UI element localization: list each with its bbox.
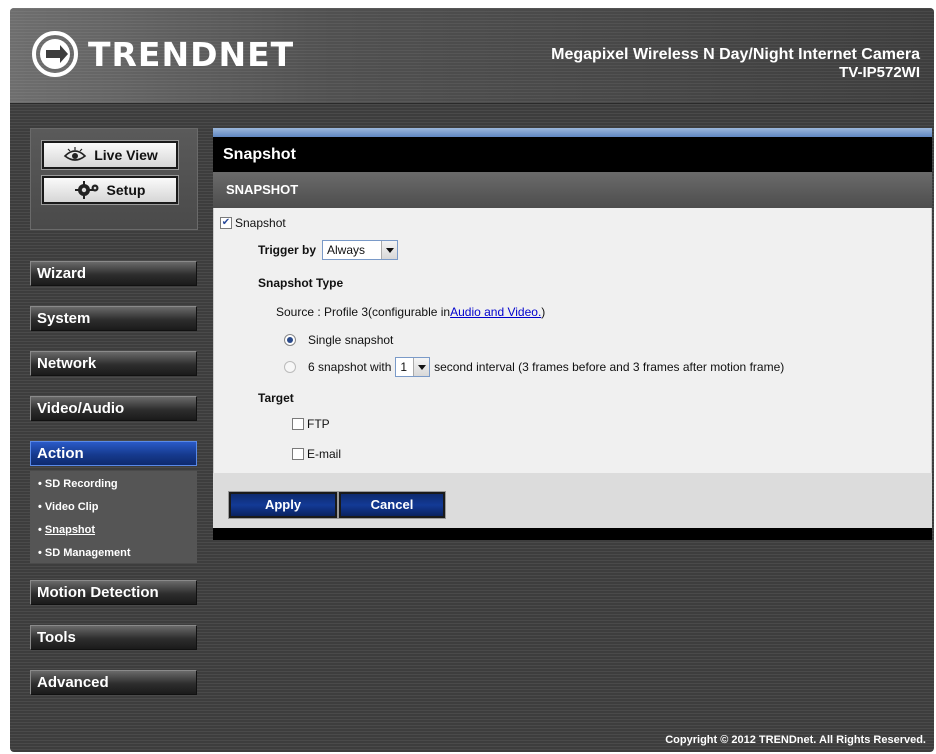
chevron-down-icon bbox=[413, 358, 430, 376]
live-view-button[interactable]: Live View bbox=[41, 140, 179, 170]
trigger-row: Trigger by Always bbox=[258, 240, 399, 260]
setup-button[interactable]: Setup bbox=[41, 175, 179, 205]
snapshot-enable-row: ✔ Snapshot bbox=[220, 216, 286, 230]
trendnet-logo-icon bbox=[32, 31, 78, 77]
copyright-footer: Copyright © 2012 TRENDnet. All Rights Re… bbox=[665, 734, 926, 746]
menu-action[interactable]: Action bbox=[30, 441, 197, 466]
menu-video-audio[interactable]: Video/Audio bbox=[30, 396, 197, 421]
email-row: E-mail bbox=[292, 447, 341, 461]
snapshot-checkbox[interactable]: ✔ bbox=[220, 217, 232, 229]
header-divider bbox=[10, 103, 934, 104]
product-model: TV-IP572WI bbox=[839, 64, 920, 81]
header: TRENDNET Megapixel Wireless N Day/Night … bbox=[10, 8, 934, 103]
email-checkbox[interactable] bbox=[292, 448, 304, 460]
single-snapshot-label: Single snapshot bbox=[308, 333, 394, 347]
email-label: E-mail bbox=[307, 447, 342, 461]
submenu-sd-management[interactable]: • SD Management bbox=[30, 545, 197, 568]
app-frame: TRENDNET Megapixel Wireless N Day/Night … bbox=[10, 8, 934, 752]
target-label: Target bbox=[258, 391, 294, 405]
ftp-label: FTP bbox=[307, 417, 330, 431]
interval-select[interactable]: 1 bbox=[395, 357, 431, 377]
snapshot-settings: ✔ Snapshot Trigger by Always Snapshot Ty… bbox=[213, 208, 932, 473]
audio-video-link[interactable]: Audio and Video. bbox=[450, 305, 541, 319]
product-name: Megapixel Wireless N Day/Night Internet … bbox=[551, 46, 920, 63]
panel-bottom-edge bbox=[213, 528, 932, 540]
ftp-checkbox[interactable] bbox=[292, 418, 304, 430]
multi-snapshot-radio[interactable] bbox=[284, 361, 296, 373]
trigger-select-value: Always bbox=[327, 243, 366, 257]
submenu-sd-recording[interactable]: • SD Recording bbox=[30, 476, 197, 499]
gears-icon bbox=[74, 181, 99, 199]
menu-system[interactable]: System bbox=[30, 306, 197, 331]
source-row: Source : Profile 3(configurable in Audio… bbox=[276, 305, 545, 319]
submenu-sd-recording-label: SD Recording bbox=[44, 478, 118, 490]
single-snapshot-row: Single snapshot bbox=[284, 333, 393, 347]
trendnet-logo: TRENDNET bbox=[32, 30, 294, 78]
apply-button[interactable]: Apply bbox=[228, 491, 338, 519]
interval-select-value: 1 bbox=[400, 360, 408, 374]
snapshot-checkbox-label: Snapshot bbox=[235, 216, 286, 230]
menu-network[interactable]: Network bbox=[30, 351, 197, 376]
submenu-video-clip[interactable]: • Video Clip bbox=[30, 499, 197, 522]
product-title: Megapixel Wireless N Day/Night Internet … bbox=[551, 46, 920, 82]
cancel-button[interactable]: Cancel bbox=[338, 491, 446, 519]
menu-wizard[interactable]: Wizard bbox=[30, 261, 197, 286]
multi-snapshot-suffix: second interval (3 frames before and 3 f… bbox=[434, 360, 785, 374]
single-snapshot-radio[interactable] bbox=[284, 334, 296, 346]
section-title: SNAPSHOT bbox=[213, 172, 932, 208]
submenu-sd-management-label: SD Management bbox=[44, 547, 131, 559]
submenu-snapshot[interactable]: • Snapshot bbox=[30, 522, 197, 545]
snapshot-type-label: Snapshot Type bbox=[258, 276, 344, 290]
setup-label: Setup bbox=[106, 182, 146, 198]
accent-bar bbox=[213, 128, 932, 137]
submenu-snapshot-label: Snapshot bbox=[44, 524, 96, 536]
live-view-label: Live View bbox=[94, 147, 158, 163]
menu-motion-detection[interactable]: Motion Detection bbox=[30, 580, 197, 605]
action-submenu: • SD Recording • Video Clip • Snapshot •… bbox=[30, 471, 197, 563]
ftp-row: FTP bbox=[292, 417, 330, 431]
trigger-select[interactable]: Always bbox=[322, 240, 399, 260]
eye-icon bbox=[64, 147, 87, 161]
main-panel: Snapshot SNAPSHOT ✔ Snapshot Trigger by … bbox=[213, 128, 932, 540]
page-title: Snapshot bbox=[213, 137, 932, 172]
sidebar: Live View Setup Wizard System Network Vi… bbox=[25, 128, 203, 695]
multi-snapshot-row: 6 snapshot with 1 second interval (3 fra… bbox=[284, 357, 784, 377]
menu-tools[interactable]: Tools bbox=[30, 625, 197, 650]
trigger-label: Trigger by bbox=[258, 243, 317, 257]
brand-name: TRENDNET bbox=[88, 34, 295, 74]
source-close: ) bbox=[541, 305, 546, 319]
menu-advanced[interactable]: Advanced bbox=[30, 670, 197, 695]
submenu-video-clip-label: Video Clip bbox=[44, 501, 99, 513]
chevron-down-icon bbox=[381, 241, 398, 259]
source-text: Source : Profile 3(configurable in bbox=[276, 305, 451, 319]
multi-snapshot-prefix: 6 snapshot with bbox=[308, 360, 392, 374]
button-bar: Apply Cancel bbox=[213, 473, 932, 528]
view-mode-box: Live View Setup bbox=[30, 128, 198, 230]
